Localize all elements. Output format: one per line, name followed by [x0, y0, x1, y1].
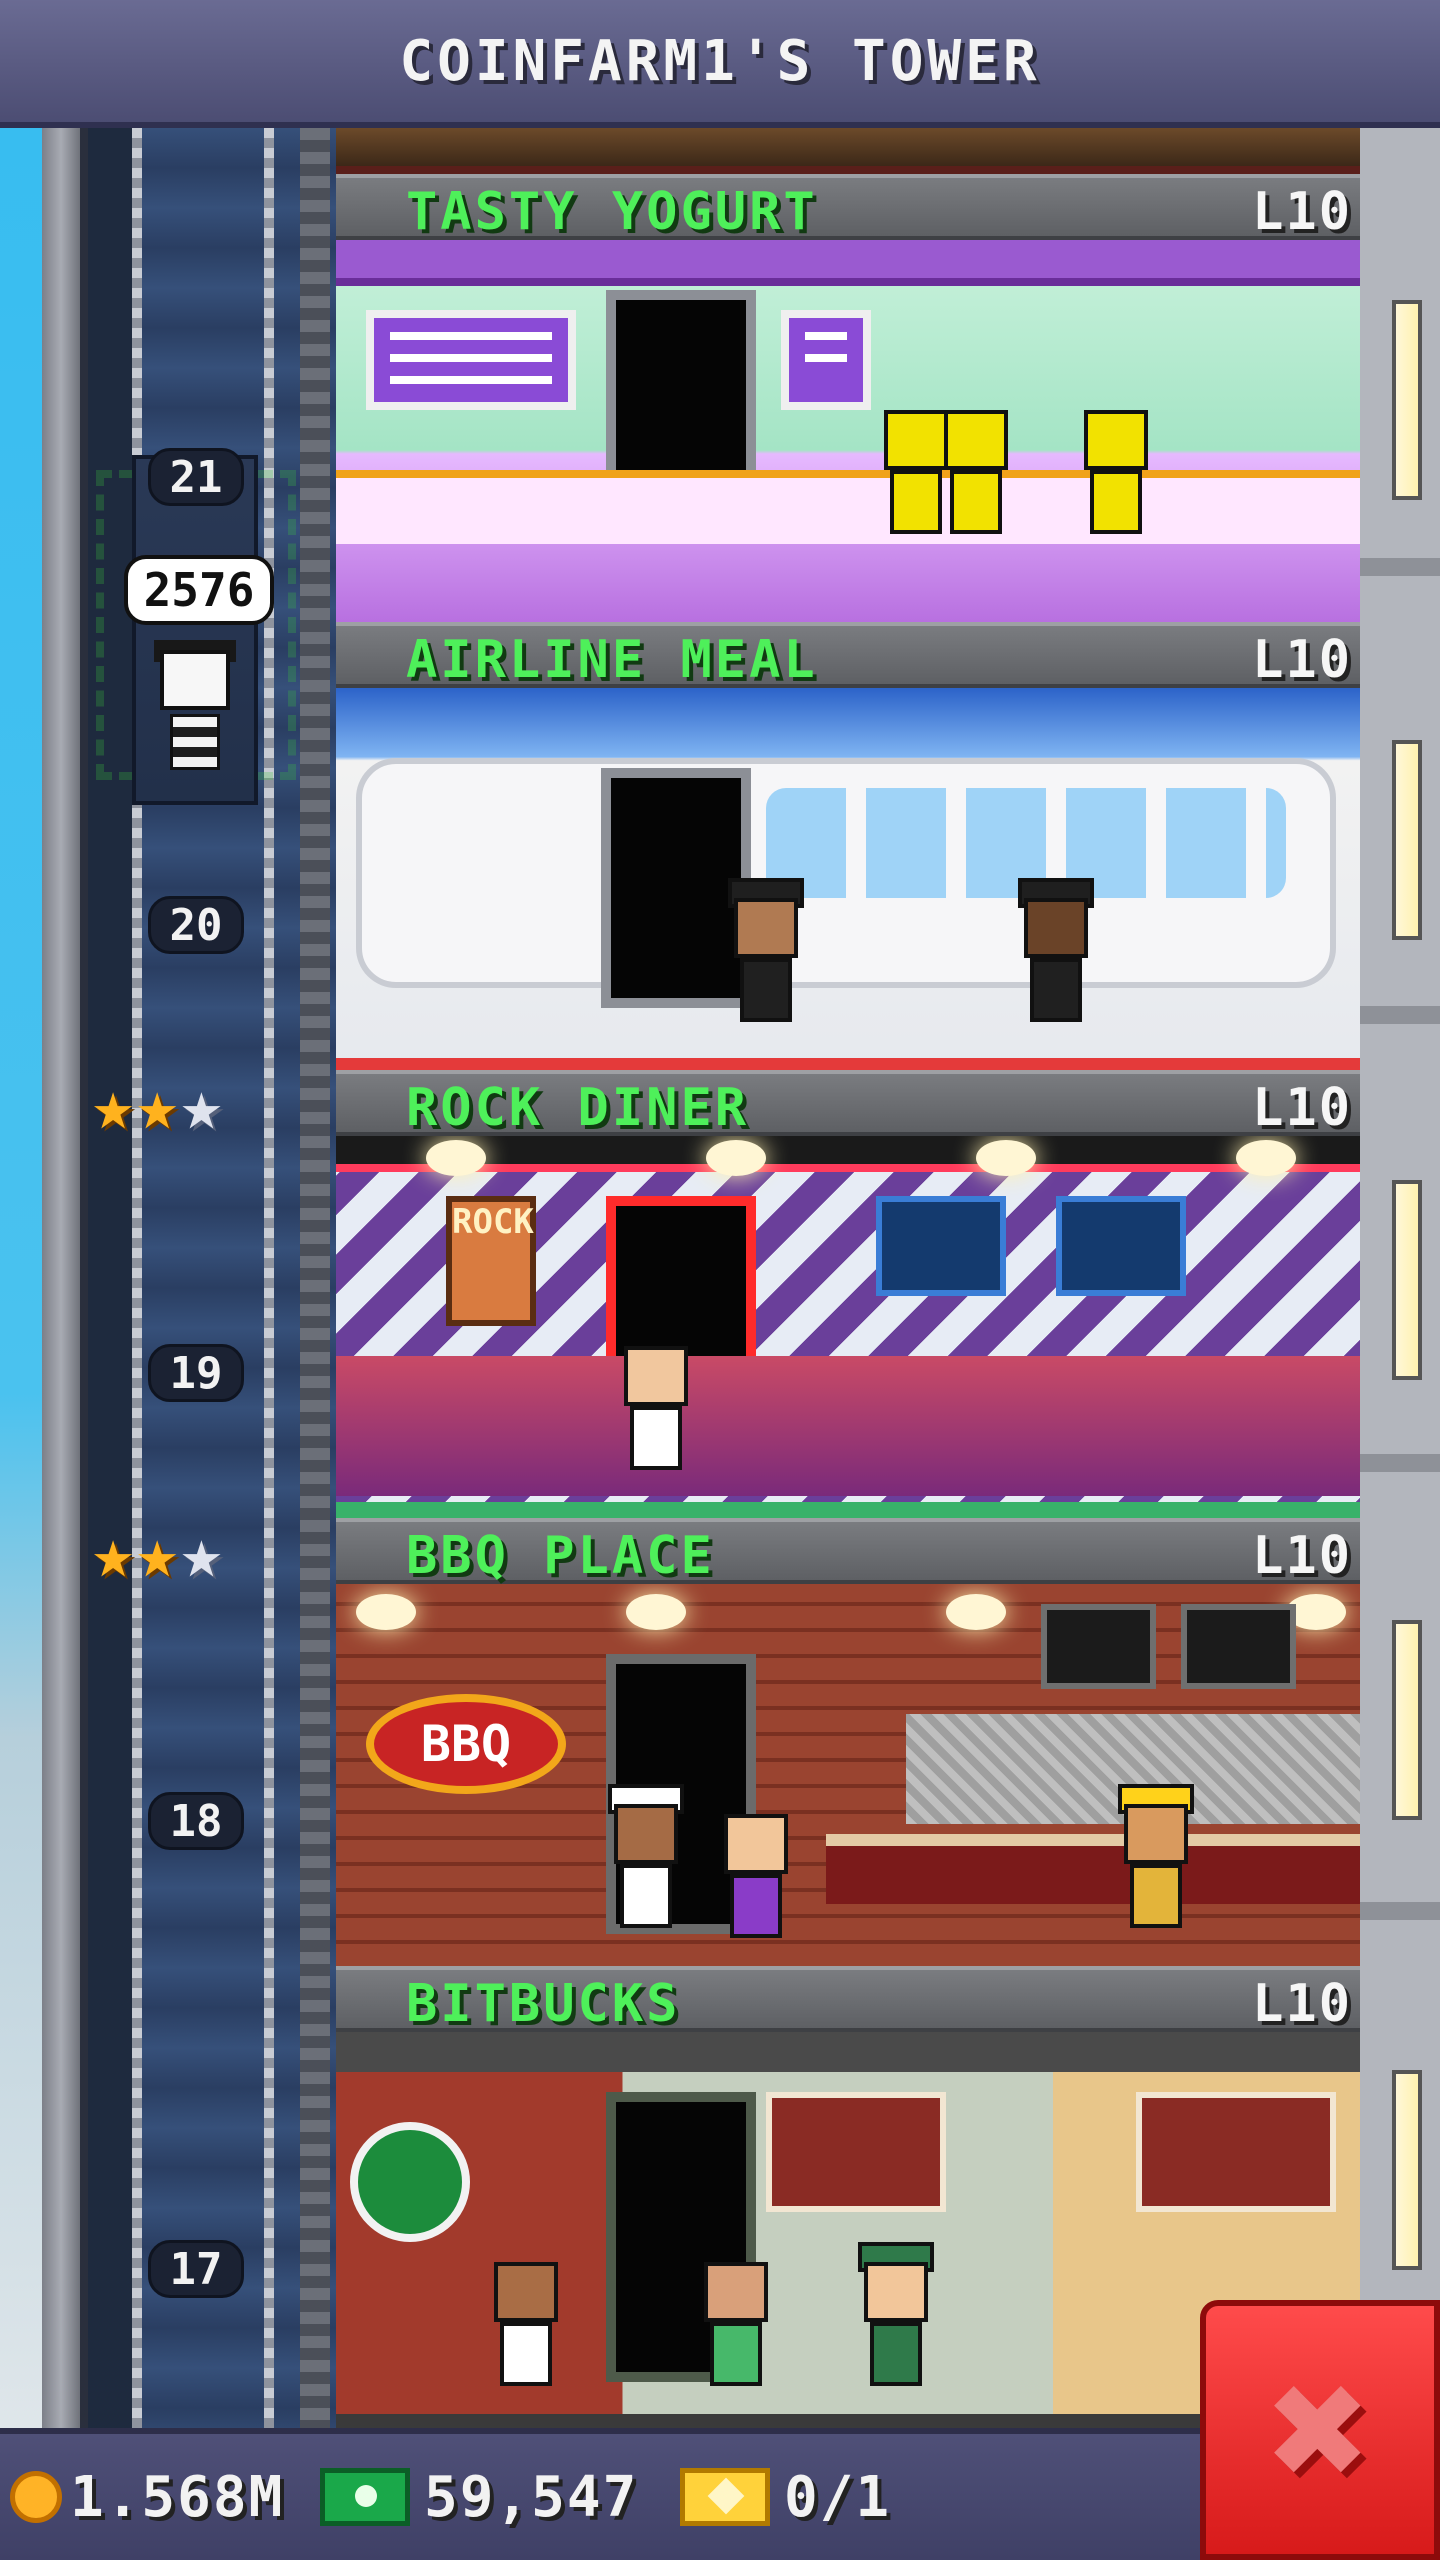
visitor-customer[interactable]	[716, 1794, 796, 1944]
floor-rock-diner[interactable]: ROCK DINER L10 ROCK	[336, 1070, 1360, 1518]
floor-number-18: 18	[148, 1792, 244, 1850]
floor-number-20: 20	[148, 896, 244, 954]
floor-level: L10	[1252, 1078, 1352, 1138]
lamp-icon	[626, 1594, 686, 1630]
close-icon: ✖	[1268, 2331, 1372, 2529]
visitor-hazmat[interactable]	[936, 390, 1016, 540]
partial-floor-top	[336, 128, 1360, 174]
window	[1392, 1180, 1422, 1380]
visitor-hazmat[interactable]	[1076, 390, 1156, 540]
floor-number-19: 19	[148, 1344, 244, 1402]
visitor-firefighter[interactable]	[1116, 1784, 1196, 1934]
floor-number-21: 21	[148, 448, 244, 506]
bbq-sign: BBQ	[366, 1694, 566, 1794]
rock-sign: ROCK	[446, 1196, 536, 1326]
window	[1392, 2070, 1422, 2270]
floor-name: TASTY YOGURT	[406, 182, 818, 242]
visitor-pilot[interactable]	[1016, 878, 1096, 1028]
lamp-icon	[946, 1594, 1006, 1630]
elevator-rider	[150, 640, 240, 770]
floor-level: L10	[1252, 630, 1352, 690]
visitor-customer[interactable]	[696, 2242, 776, 2392]
silver-star-icon: ★	[180, 1064, 223, 1146]
tickets-value: 0/1	[784, 2464, 892, 2530]
floor-level: L10	[1252, 182, 1352, 242]
floor-number-17: 17	[148, 2240, 244, 2298]
floor-label: TASTY YOGURT L10	[336, 174, 1360, 242]
visitor-customer[interactable]	[856, 2242, 936, 2392]
tickets-counter: 0/1	[680, 2462, 891, 2532]
elevator-rail	[300, 128, 330, 2428]
silver-star-icon: ★	[180, 1512, 223, 1594]
bux-value: 59,547	[424, 2464, 639, 2530]
tower-title: COINFARM1'S TOWER	[399, 28, 1041, 94]
floor-name: AIRLINE MEAL	[406, 630, 818, 690]
tower-left-wall	[42, 128, 80, 2428]
window	[1392, 300, 1422, 500]
floor-room: BBQ	[336, 1584, 1360, 1966]
close-button[interactable]: ✖	[1200, 2300, 1440, 2560]
visitor-pilot[interactable]	[726, 878, 806, 1028]
sky-background	[0, 128, 42, 2428]
gold-star-icon: ★	[136, 1512, 179, 1594]
coin-icon	[10, 2471, 62, 2523]
floor-label: BITBUCKS L10	[336, 1966, 1360, 2034]
floor-name: BITBUCKS	[406, 1974, 681, 2034]
floor-level: L10	[1252, 1974, 1352, 2034]
bux-icon	[320, 2468, 410, 2526]
menu-board	[366, 310, 576, 410]
menu-board	[781, 310, 871, 410]
header-bar: COINFARM1'S TOWER	[0, 0, 1440, 128]
floor-tasty-yogurt[interactable]: TASTY YOGURT L10	[336, 174, 1360, 622]
floor-label: ROCK DINER L10	[336, 1070, 1360, 1138]
lamp-icon	[1236, 1140, 1296, 1176]
floor-room: ROCK	[336, 1136, 1360, 1518]
window	[1392, 740, 1422, 940]
floor-room	[336, 240, 1360, 622]
floor-room	[336, 688, 1360, 1070]
tower-floors: TASTY YOGURT L10 AIRLINE MEAL L10 ROCK D…	[336, 128, 1360, 2428]
lamp-icon	[356, 1594, 416, 1630]
floor-level: L10	[1252, 1526, 1352, 1586]
coins-counter: 1.568M	[10, 2462, 284, 2532]
gold-star-icon: ★	[92, 1512, 135, 1594]
floor-label: BBQ PLACE L10	[336, 1518, 1360, 1586]
lamp-icon	[426, 1140, 486, 1176]
visitor-chef[interactable]	[606, 1784, 686, 1934]
star-rating: ★ ★ ★	[92, 1068, 222, 1142]
lamp-icon	[976, 1140, 1036, 1176]
floor-label: AIRLINE MEAL L10	[336, 622, 1360, 690]
star-rating: ★ ★ ★	[92, 1516, 222, 1590]
ticket-icon	[680, 2468, 770, 2526]
floor-name: BBQ PLACE	[406, 1526, 715, 1586]
coins-value: 1.568M	[70, 2464, 285, 2530]
floor-name: ROCK DINER	[406, 1078, 750, 1138]
gold-star-icon: ★	[92, 1064, 135, 1146]
window	[1392, 1620, 1422, 1820]
visitor-barista[interactable]	[486, 2242, 566, 2392]
cup-icon	[350, 2122, 470, 2242]
bux-counter: 59,547	[320, 2462, 638, 2532]
visitor-waiter[interactable]	[616, 1326, 696, 1476]
lamp-icon	[706, 1140, 766, 1176]
floor-bbq-place[interactable]: BBQ PLACE L10 BBQ	[336, 1518, 1360, 1966]
gold-star-icon: ★	[136, 1064, 179, 1146]
elevator-rider-count: 2576	[124, 555, 274, 625]
floor-airline-meal[interactable]: AIRLINE MEAL L10	[336, 622, 1360, 1070]
